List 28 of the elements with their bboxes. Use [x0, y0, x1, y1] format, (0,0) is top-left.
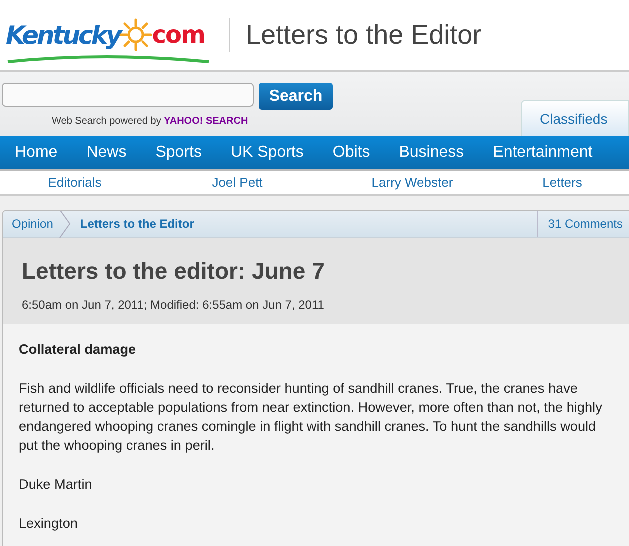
- letter-heading: Collateral damage: [19, 341, 138, 359]
- subnav-link[interactable]: Joel Pett: [150, 175, 325, 190]
- search-button[interactable]: Search: [259, 83, 333, 110]
- paragraph: Fish and wildlife officials need to reconsider hunting of sandhill cranes. True, the cranes have returned to acceptable populations from near extinction. However, more often than not, the highly endangered whooping cranes comingle in flight with sandhill cranes. To hunt the sandhills would put the whooping cranes in peril.: [19, 380, 604, 455]
- dateline: 6:50am on Jun 7, 2011; Modified: 6:55am on Jun 7, 2011: [22, 298, 326, 312]
- search-field[interactable]: [2, 83, 254, 107]
- comments-link[interactable]: 31 Comments: [537, 211, 629, 237]
- logo-text[interactable]: com: [152, 21, 205, 49]
- nav-link[interactable]: Obits: [332, 144, 370, 162]
- nav-link[interactable]: Sports: [156, 144, 202, 162]
- breadcrumb-link[interactable]: Letters to the Editor: [71, 217, 200, 231]
- nav-link[interactable]: Business: [399, 144, 464, 162]
- chevron-icon: [59, 211, 72, 238]
- subnav-link[interactable]: Letters: [500, 175, 625, 190]
- paragraph: Lexington: [19, 515, 79, 533]
- paragraph: Duke Martin: [19, 476, 94, 494]
- nav-link[interactable]: Entertainment: [493, 144, 593, 162]
- nav-link[interactable]: UK Sports: [230, 144, 304, 162]
- subnav-link[interactable]: Editorials: [0, 175, 150, 190]
- nav-link[interactable]: Home: [15, 144, 58, 162]
- powered-by-text: Web Search powered by YAHOO! SEARCH: [52, 116, 250, 127]
- page-title: Letters to the Editor: [246, 20, 482, 50]
- subnav-link[interactable]: Larry Webster: [325, 175, 500, 190]
- article-title: Letters to the editor: June 7: [22, 258, 326, 285]
- nav-link[interactable]: News: [86, 144, 127, 162]
- logo-text[interactable]: Kentucky: [6, 20, 120, 50]
- classifieds-tab[interactable]: Classifieds: [521, 100, 629, 136]
- breadcrumb-link[interactable]: Opinion: [3, 217, 60, 231]
